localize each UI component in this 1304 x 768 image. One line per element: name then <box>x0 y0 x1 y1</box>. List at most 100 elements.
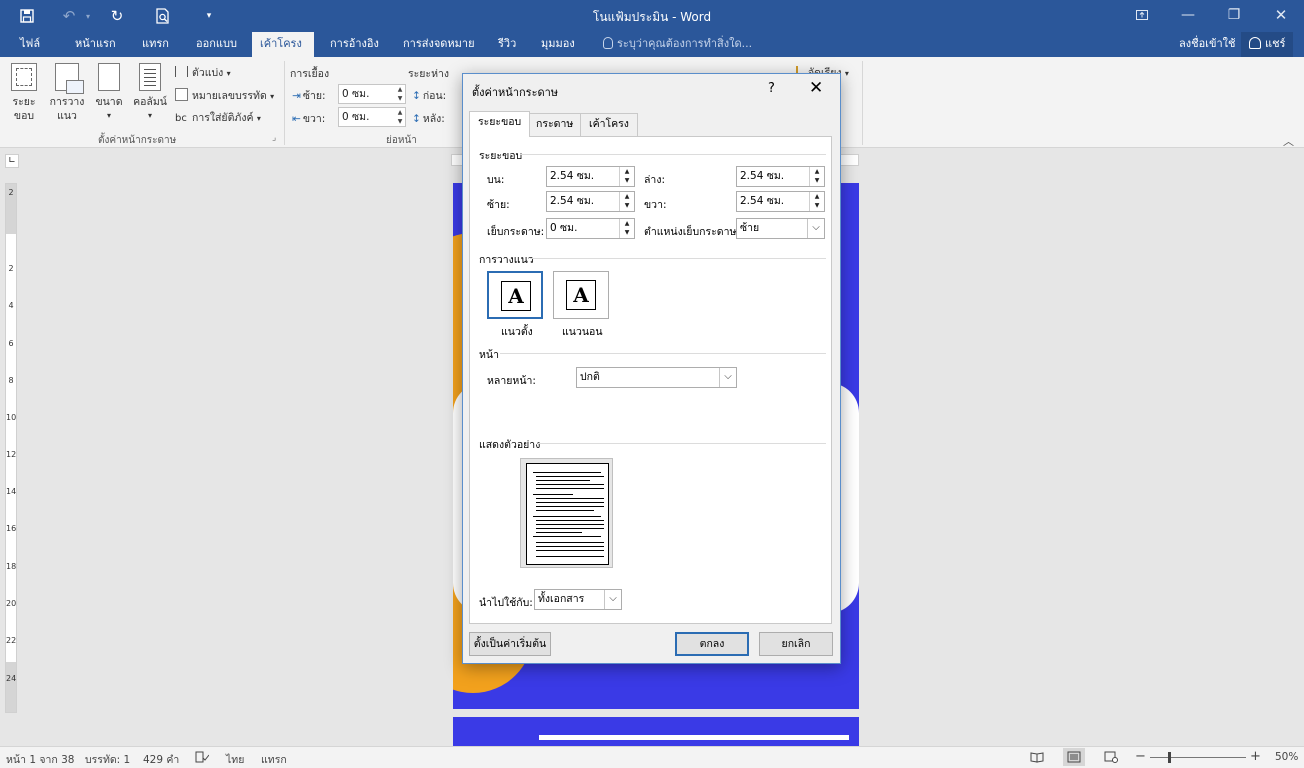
ruler-number: 12 <box>6 450 17 459</box>
apply-to-select[interactable]: ทั้งเอกสาร ⌵ <box>534 589 622 610</box>
proofing-icon[interactable] <box>195 751 210 766</box>
bottom-margin-spinner-icon[interactable]: ▲ ▼ <box>809 167 824 186</box>
tab-selector[interactable]: ∟ <box>5 154 19 168</box>
tab-layout-dialog[interactable]: เค้าโครง <box>580 113 638 136</box>
line-numbers-dropdown-icon: ▾ <box>270 92 275 101</box>
top-margin-input[interactable]: 2.54 ซม. ▲ ▼ <box>546 166 635 187</box>
section-divider <box>520 154 826 155</box>
gutter-position-select[interactable]: ซ้าย ⌵ <box>736 218 825 239</box>
ruler-number: 14 <box>6 487 17 496</box>
indent-left-spinner-icon[interactable]: ▲ ▼ <box>395 85 405 103</box>
read-mode-icon[interactable] <box>1030 751 1044 766</box>
preview-text-line <box>536 510 594 511</box>
help-icon[interactable]: ? <box>768 81 775 96</box>
indent-left-label: ⇥ ซ้าย: <box>292 87 326 104</box>
sign-in-link[interactable]: ลงชื่อเข้าใช้ <box>1171 32 1243 57</box>
line-number[interactable]: บรรทัด: 1 <box>85 751 130 768</box>
left-margin-input[interactable]: 2.54 ซม. ▲ ▼ <box>546 191 635 212</box>
left-margin-value: 2.54 ซม. <box>550 195 595 207</box>
gutter-position-value: ซ้าย <box>740 222 760 234</box>
spacing-after-text: หลัง: <box>422 113 445 125</box>
multiple-pages-label: หลายหน้า: <box>487 375 536 387</box>
word-count[interactable]: 429 คำ <box>143 751 179 768</box>
bottom-margin-input[interactable]: 2.54 ซม. ▲ ▼ <box>736 166 825 187</box>
top-margin-spinner-icon[interactable]: ▲ ▼ <box>619 167 634 186</box>
insert-mode[interactable]: แทรก <box>261 751 287 768</box>
columns-button[interactable]: คอลัมน์ ▾ <box>132 63 168 123</box>
gutter-spinner-icon[interactable]: ▲ ▼ <box>619 219 634 238</box>
line-numbers-button[interactable]: หมายเลขบรรทัด ▾ <box>175 87 274 104</box>
language[interactable]: ไทย <box>226 751 244 768</box>
left-margin-spinner-icon[interactable]: ▲ ▼ <box>619 192 634 211</box>
zoom-out-icon[interactable]: − <box>1135 749 1146 764</box>
share-button[interactable]: แชร์ <box>1241 32 1294 57</box>
size-button[interactable]: ขนาด ▾ <box>93 63 125 123</box>
indent-right-spinner-icon[interactable]: ▲ ▼ <box>395 108 405 126</box>
tab-references[interactable]: การอ้างอิง <box>322 32 387 57</box>
tab-design[interactable]: ออกแบบ <box>188 32 245 57</box>
zoom-level[interactable]: 50% <box>1275 751 1298 763</box>
portrait-label[interactable]: แนวตั้ง <box>501 323 533 340</box>
ruler-number: 2 <box>8 188 14 197</box>
restore-icon[interactable]: ❐ <box>1219 4 1249 26</box>
portrait-option[interactable]: A <box>487 271 543 319</box>
landscape-label[interactable]: แนวนอน <box>562 323 603 340</box>
breaks-button[interactable]: ตัวแบ่ง ▾ <box>175 64 231 81</box>
gutter-input[interactable]: 0 ซม. ▲ ▼ <box>546 218 635 239</box>
tab-review[interactable]: รีวิว <box>490 32 524 57</box>
page-setup-group-label: ตั้งค่าหน้ากระดาษ <box>98 135 177 146</box>
indent-left-value: 0 ซม. <box>342 88 370 100</box>
zoom-slider[interactable] <box>1150 757 1246 758</box>
close-icon[interactable]: ✕ <box>809 78 823 98</box>
web-layout-icon[interactable] <box>1104 751 1118 766</box>
margins-button[interactable]: ระยะ ขอบ <box>8 63 40 123</box>
spacing-after-icon: ↕ <box>412 113 421 125</box>
preview-text-line <box>533 472 601 473</box>
page-setup-launcher-icon[interactable]: ⌟ <box>272 133 276 143</box>
section-divider <box>538 443 826 444</box>
indent-left-text: ซ้าย: <box>302 90 326 102</box>
ok-button[interactable]: ตกลง <box>675 632 749 656</box>
collapse-ribbon-icon[interactable]: ︿ <box>1283 133 1294 149</box>
ribbon-display-options-icon[interactable] <box>1127 4 1157 26</box>
preview-text-line <box>536 502 604 503</box>
preview-text-line <box>536 546 604 547</box>
set-as-default-button[interactable]: ตั้งเป็นค่าเริ่มต้น <box>469 632 551 656</box>
indent-left-input[interactable]: 0 ซม. ▲ ▼ <box>338 84 406 104</box>
cancel-button[interactable]: ยกเลิก <box>759 632 833 656</box>
preview-sheet <box>526 463 609 565</box>
vertical-ruler[interactable]: 2 2 4 6 8 10 12 14 16 18 20 22 24 <box>5 183 17 713</box>
margins-section-label: ระยะขอบ <box>479 150 523 162</box>
tab-mailings[interactable]: การส่งจดหมาย <box>395 32 483 57</box>
tab-paper[interactable]: กระดาษ <box>527 113 583 136</box>
preview-text-line <box>536 480 590 481</box>
top-margin-label: บน: <box>487 174 505 186</box>
tab-layout[interactable]: เค้าโครง <box>252 32 314 57</box>
landscape-option[interactable]: A <box>553 271 609 319</box>
multiple-pages-select[interactable]: ปกติ ⌵ <box>576 367 737 388</box>
hyphenation-icon: bc <box>175 113 187 124</box>
tab-file[interactable]: ไฟล์ <box>12 32 48 57</box>
close-window-icon[interactable]: ✕ <box>1266 4 1296 26</box>
print-layout-icon[interactable] <box>1063 748 1085 766</box>
breaks-icon <box>175 66 188 77</box>
page-count[interactable]: หน้า 1 จาก 38 <box>6 751 74 768</box>
right-margin-input[interactable]: 2.54 ซม. ▲ ▼ <box>736 191 825 212</box>
tell-me-box[interactable]: ระบุว่าคุณต้องการทำสิ่งใด... <box>603 32 752 57</box>
minimize-icon[interactable]: — <box>1173 4 1203 26</box>
indent-right-input[interactable]: 0 ซม. ▲ ▼ <box>338 107 406 127</box>
orientation-button[interactable]: การวาง แนว <box>48 63 86 123</box>
tab-home[interactable]: หน้าแรก <box>67 32 124 57</box>
tab-view[interactable]: มุมมอง <box>533 32 583 57</box>
bottom-margin-value: 2.54 ซม. <box>740 170 785 182</box>
gutter-value: 0 ซม. <box>550 222 578 234</box>
zoom-in-icon[interactable]: + <box>1250 749 1261 764</box>
preview-text-line <box>533 516 601 517</box>
spacing-before-text: ก่อน: <box>422 90 447 102</box>
preview-text-line <box>536 506 604 507</box>
right-margin-spinner-icon[interactable]: ▲ ▼ <box>809 192 824 211</box>
tab-insert[interactable]: แทรก <box>134 32 177 57</box>
hyphenation-button[interactable]: bc การใส่ยัติภังค์ ▾ <box>175 109 261 126</box>
tab-margins[interactable]: ระยะขอบ <box>469 111 531 137</box>
zoom-slider-thumb[interactable] <box>1168 752 1171 763</box>
